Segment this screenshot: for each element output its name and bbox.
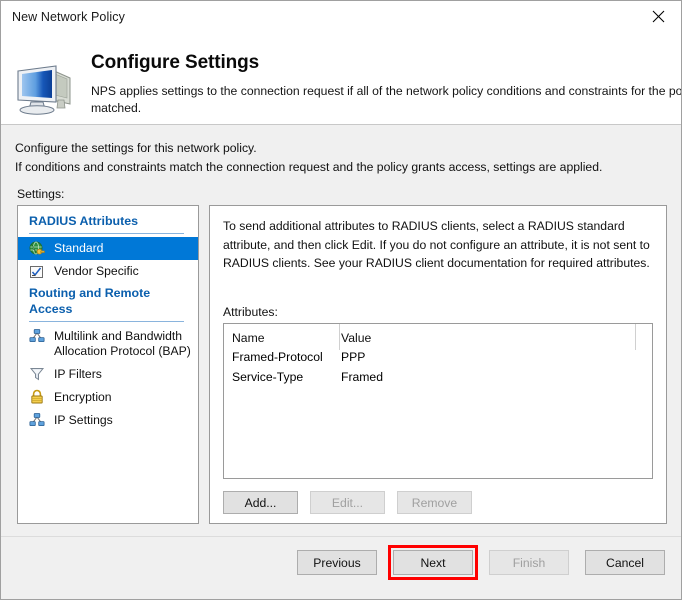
attributes-table[interactable]: Name Value Framed-Protocol PPP Service-T… (223, 323, 653, 479)
sidebar-item-label: Standard (54, 240, 103, 256)
next-button-highlight: Next (393, 550, 473, 575)
sidebar-item-encryption[interactable]: Encryption (18, 386, 198, 409)
funnel-filter-icon (28, 366, 46, 383)
computer-monitor-icon (1, 40, 91, 124)
cell-value: Framed (332, 371, 652, 383)
tree-group-header-rras: Routing and Remote Access (18, 283, 198, 325)
add-button[interactable]: Add... (223, 491, 298, 514)
remove-button: Remove (397, 491, 472, 514)
tree-group-header-radius: RADIUS Attributes (18, 211, 198, 237)
sidebar-item-ip-filters[interactable]: IP Filters (18, 363, 198, 386)
column-header-value: Value (332, 332, 652, 344)
new-network-policy-dialog: New Network Policy (0, 0, 682, 600)
banner: Configure Settings NPS applies settings … (1, 32, 681, 125)
banner-description-line2: matched. (91, 100, 675, 117)
previous-button[interactable]: Previous (297, 550, 377, 575)
settings-label: Settings: (17, 187, 667, 201)
edit-button: Edit... (310, 491, 385, 514)
page-title: Configure Settings (91, 52, 675, 74)
sidebar-item-label: IP Filters (54, 366, 102, 382)
attributes-label: Attributes: (223, 305, 653, 319)
table-row[interactable]: Framed-Protocol PPP (224, 344, 652, 363)
sidebar-item-ip-settings[interactable]: IP Settings (18, 409, 198, 432)
table-header-row: Name Value (224, 324, 652, 344)
checkbox-pencil-icon (28, 263, 46, 280)
content-area: Settings: RADIUS Attributes (1, 176, 681, 524)
detail-description: To send additional attributes to RADIUS … (223, 217, 653, 272)
column-header-name: Name (224, 332, 332, 344)
group-underline (29, 321, 184, 322)
dialog-footer: Previous Next Finish Cancel (1, 536, 681, 599)
network-nodes-icon (28, 412, 46, 429)
sidebar-item-multilink-bap[interactable]: Multilink and Bandwidth Allocation Proto… (18, 325, 198, 363)
sidebar-item-vendor-specific[interactable]: Vendor Specific (18, 260, 198, 283)
table-row[interactable]: Service-Type Framed (224, 364, 652, 383)
finish-button: Finish (489, 550, 569, 575)
instructions: Configure the settings for this network … (1, 125, 681, 176)
cell-value: PPP (332, 351, 652, 363)
instruction-line-1: Configure the settings for this network … (15, 139, 681, 158)
sidebar-item-label: Encryption (54, 389, 112, 405)
panes: RADIUS Attributes Stan (17, 205, 667, 524)
tree-group-label: Routing and Remote Access (29, 286, 150, 316)
tree-group-label: RADIUS Attributes (29, 214, 138, 228)
sidebar-item-standard[interactable]: Standard (18, 237, 198, 260)
column-separator (635, 324, 636, 350)
globe-key-icon (28, 240, 46, 257)
title-bar: New Network Policy (1, 1, 681, 32)
sidebar-item-label: IP Settings (54, 412, 113, 428)
sidebar-item-label: Multilink and Bandwidth Allocation Proto… (54, 328, 194, 360)
banner-text: Configure Settings NPS applies settings … (91, 40, 681, 124)
instruction-line-2: If conditions and constraints match the … (15, 158, 681, 177)
cell-name: Framed-Protocol (224, 351, 332, 363)
attribute-actions: Add... Edit... Remove (223, 491, 653, 514)
column-separator (339, 324, 340, 350)
close-icon[interactable] (635, 1, 681, 32)
settings-tree[interactable]: RADIUS Attributes Stan (17, 205, 199, 524)
next-button[interactable]: Next (393, 550, 473, 575)
detail-pane: To send additional attributes to RADIUS … (209, 205, 667, 524)
padlock-icon (28, 389, 46, 406)
network-nodes-icon (28, 328, 46, 345)
group-underline (29, 233, 184, 234)
sidebar-item-label: Vendor Specific (54, 263, 139, 279)
cell-name: Service-Type (224, 371, 332, 383)
banner-description: NPS applies settings to the connection r… (91, 83, 675, 118)
window-title: New Network Policy (1, 10, 125, 24)
cancel-button[interactable]: Cancel (585, 550, 665, 575)
banner-description-line1: NPS applies settings to the connection r… (91, 83, 675, 100)
